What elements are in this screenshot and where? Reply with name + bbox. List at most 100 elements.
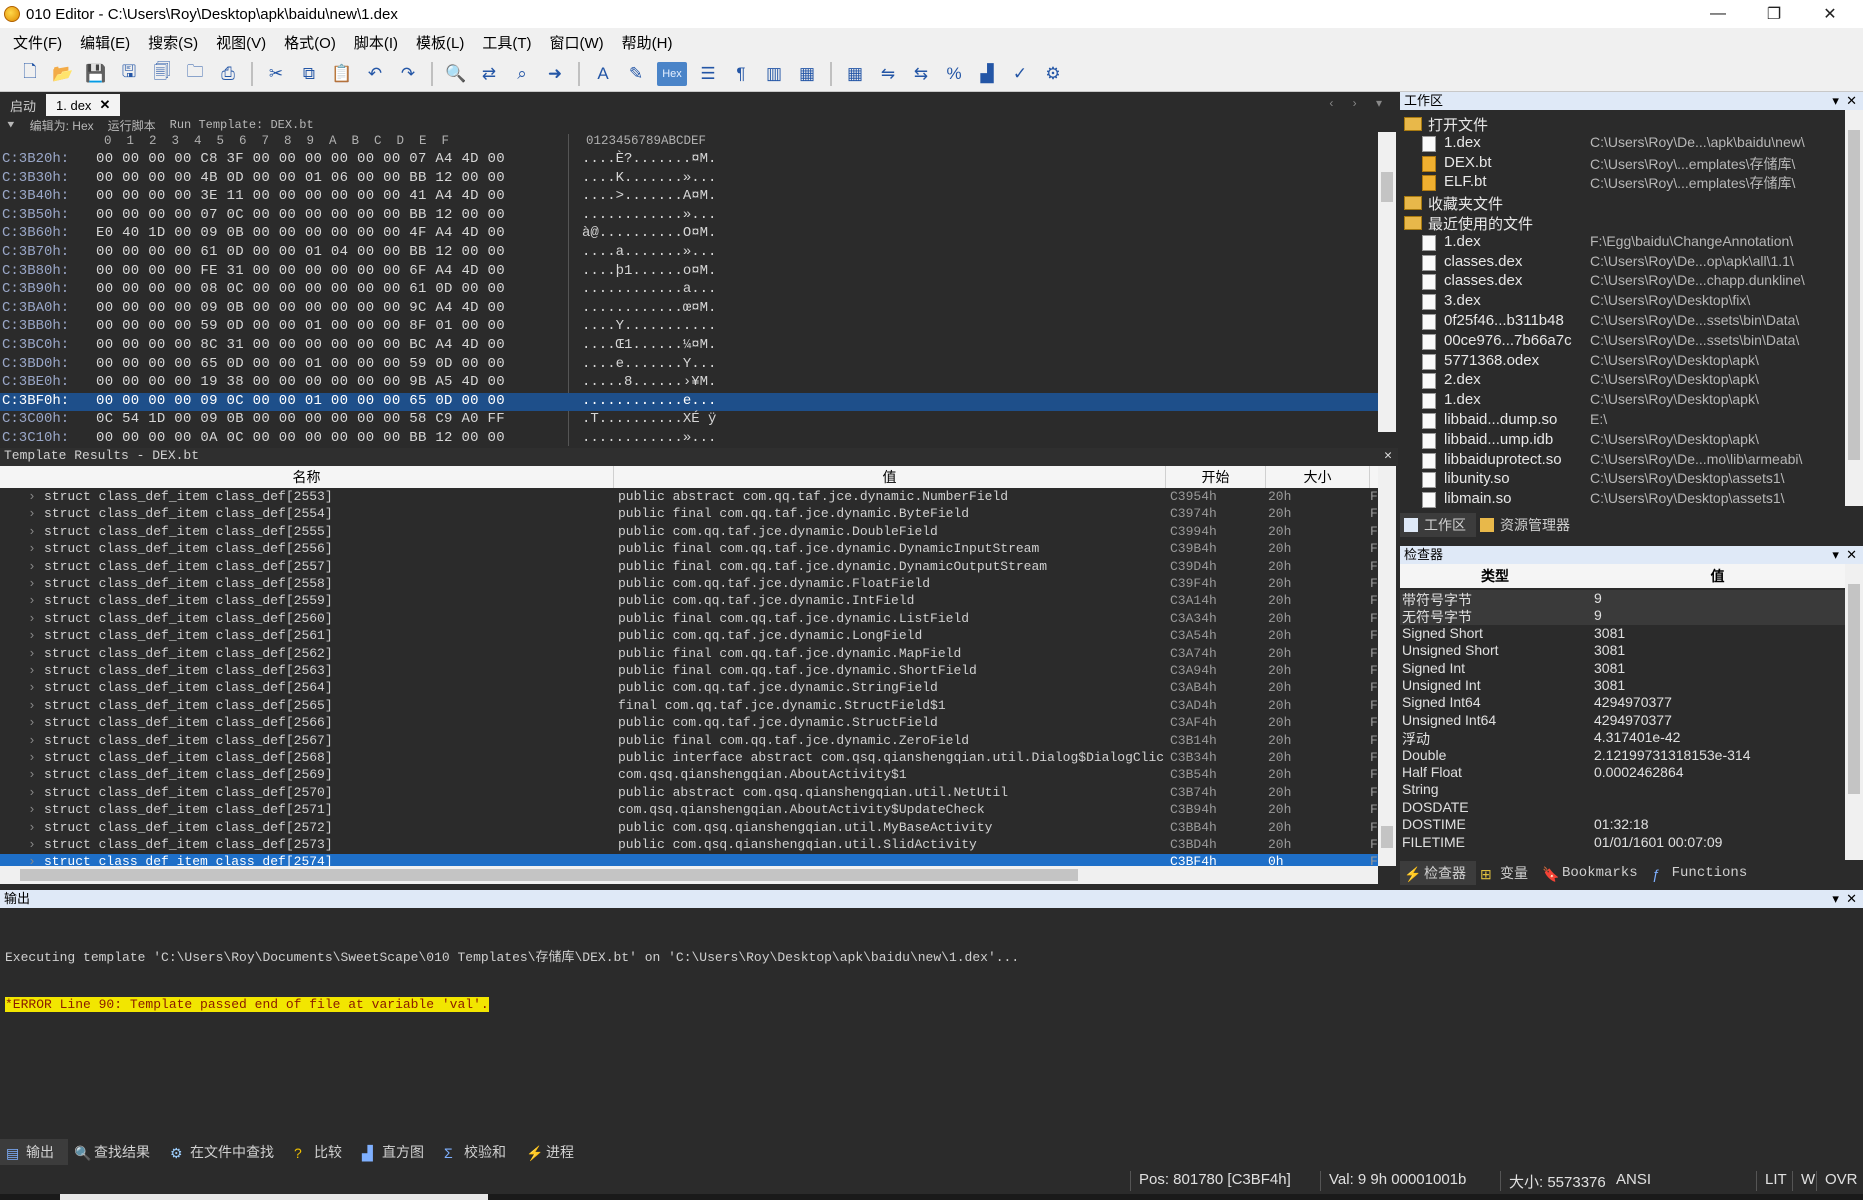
inspector-value[interactable]: 4294970377 <box>1594 712 1672 728</box>
hex-row[interactable]: C:3B90h: 00 00 00 00 08 0C 00 00 00 00 00… <box>0 281 1380 300</box>
tab-explorer[interactable]: 资源管理器 <box>1476 513 1580 537</box>
inspector-value[interactable]: 4.317401e-42 <box>1594 729 1680 745</box>
workspace-open-file[interactable]: 1.dex C:\Users\Roy\De...\apk\baidu\new\ <box>1400 134 1845 154</box>
template-scroll-thumb[interactable] <box>1381 826 1393 848</box>
template-row[interactable]: › struct class_def_item class_def[2554] pu… <box>0 506 1378 523</box>
template-row[interactable]: › struct class_def_item class_def[2555] pu… <box>0 524 1378 541</box>
menu-script[interactable]: 脚本(I) <box>345 32 407 53</box>
process-icon[interactable]: ⚙ <box>1041 62 1065 86</box>
inspector-row[interactable]: Signed Int 3081 <box>1400 660 1845 677</box>
copy-icon[interactable]: ⧉ <box>297 62 321 86</box>
print-icon[interactable]: ⎙ <box>216 62 240 86</box>
find-icon[interactable]: 🔍 <box>444 62 468 86</box>
split-icon[interactable]: ▥ <box>762 62 786 86</box>
expand-chevron-icon[interactable]: › <box>28 576 36 591</box>
template-row[interactable]: › struct class_def_item class_def[2561] pu… <box>0 628 1378 645</box>
hex-bytes[interactable]: 00 00 00 00 19 38 00 00 00 00 00 00 9B A… <box>96 374 505 390</box>
save-as-icon[interactable]: 🖫 <box>117 62 141 86</box>
template-row[interactable]: › struct class_def_item class_def[2556] pu… <box>0 541 1378 558</box>
inspector-value[interactable]: 01:32:18 <box>1594 816 1649 832</box>
workspace-recent-file[interactable]: libbaiduprotect.so C:\Users\Roy\De...mo\l… <box>1400 451 1845 471</box>
tab-nav-arrows-icon[interactable]: ‹ › ▾ <box>1329 96 1390 110</box>
inspector-value[interactable]: 4294970377 <box>1594 694 1672 710</box>
close-button[interactable]: ✕ <box>1802 0 1858 28</box>
expand-icon[interactable]: ⯆ <box>6 118 16 133</box>
template-row[interactable]: › struct class_def_item class_def[2558] pu… <box>0 576 1378 593</box>
paste-icon[interactable]: 📋 <box>330 62 354 86</box>
workspace-scroll-thumb[interactable] <box>1848 130 1860 460</box>
restore-button[interactable]: ❐ <box>1746 0 1802 28</box>
menu-help[interactable]: 帮助(H) <box>613 32 682 53</box>
hex-bytes[interactable]: 00 00 00 00 59 0D 00 00 01 00 00 00 8F 0… <box>96 318 505 334</box>
checksum-icon[interactable]: ✓ <box>1008 62 1032 86</box>
expand-chevron-icon[interactable]: › <box>28 541 36 556</box>
inspector-row[interactable]: DOSDATE <box>1400 799 1845 816</box>
output-tab[interactable]: ⚡ 进程 <box>520 1139 588 1165</box>
hex-mode-icon[interactable]: Hex <box>657 61 687 86</box>
hex-bytes[interactable]: 00 00 00 00 07 0C 00 00 00 00 00 00 BB 1… <box>96 207 505 223</box>
workspace-recent-file[interactable]: libmain.so C:\Users\Roy\Desktop\assets1\ <box>1400 490 1845 510</box>
hex-ascii[interactable]: ............e... <box>582 393 716 409</box>
status-endian[interactable]: LIT <box>1756 1171 1787 1191</box>
expand-chevron-icon[interactable]: › <box>28 802 36 817</box>
hex-row[interactable]: C:3BE0h: 00 00 00 00 19 38 00 00 00 00 00… <box>0 374 1380 393</box>
menu-window[interactable]: 窗口(W) <box>541 32 613 53</box>
compare-icon[interactable]: ⇋ <box>876 62 900 86</box>
percent-icon[interactable]: % <box>942 62 966 86</box>
hex-bytes[interactable]: E0 40 1D 00 09 0B 00 00 00 00 00 00 4F A… <box>96 225 505 241</box>
menu-template[interactable]: 模板(L) <box>407 32 473 53</box>
workspace-recent-file[interactable]: classes.dex C:\Users\Roy\De...op\apk\all\… <box>1400 253 1845 273</box>
hex-ascii[interactable]: ....>.......A¤M. <box>582 188 716 204</box>
hex-ascii[interactable]: ............»... <box>582 430 716 446</box>
hex-bytes[interactable]: 00 00 00 00 0A 0C 00 00 00 00 00 00 BB 1… <box>96 430 505 446</box>
template-row[interactable]: › struct class_def_item class_def[2564] pu… <box>0 680 1378 697</box>
inspector-value[interactable]: 2.12199731318153e-314 <box>1594 747 1751 763</box>
tab-variables[interactable]: ⊞ 变量 <box>1476 861 1538 885</box>
hex-row[interactable]: C:3BA0h: 00 00 00 00 09 0B 00 00 00 00 00… <box>0 300 1380 319</box>
tab-workspace[interactable]: 工作区 <box>1400 513 1476 537</box>
expand-chevron-icon[interactable]: › <box>28 837 36 852</box>
expand-chevron-icon[interactable]: › <box>28 559 36 574</box>
inspector-row[interactable]: Unsigned Int 3081 <box>1400 677 1845 694</box>
hex-bytes[interactable]: 00 00 00 00 4B 0D 00 00 01 06 00 00 BB 1… <box>96 170 505 186</box>
menu-view[interactable]: 视图(V) <box>207 32 275 53</box>
template-row[interactable]: › struct class_def_item class_def[2560] pu… <box>0 611 1378 628</box>
template-row[interactable]: › struct class_def_item class_def[2562] pu… <box>0 646 1378 663</box>
template-row[interactable]: › struct class_def_item class_def[2559] pu… <box>0 593 1378 610</box>
status-overwrite[interactable]: OVR <box>1816 1171 1858 1191</box>
hex-row[interactable]: C:3B20h: 00 00 00 00 C8 3F 00 00 00 00 00… <box>0 151 1380 170</box>
hex-bytes[interactable]: 00 00 00 00 61 0D 00 00 01 04 00 00 BB 1… <box>96 244 505 260</box>
menu-search[interactable]: 搜索(S) <box>139 32 207 53</box>
inspector-row[interactable]: 带符号字节 9 <box>1400 590 1845 608</box>
menu-file[interactable]: 文件(F) <box>4 32 71 53</box>
hex-ascii[interactable]: ....þ1......o¤M. <box>582 263 716 279</box>
save-icon[interactable]: 💾 <box>84 62 108 86</box>
undo-icon[interactable]: ↶ <box>363 62 387 86</box>
inspector-row[interactable]: 浮动 4.317401e-42 <box>1400 729 1845 747</box>
hex-bytes[interactable]: 00 00 00 00 09 0B 00 00 00 00 00 00 9C A… <box>96 300 505 316</box>
expand-chevron-icon[interactable]: › <box>28 715 36 730</box>
template-row[interactable]: › struct class_def_item class_def[2568] pu… <box>0 750 1378 767</box>
workspace-recent-file[interactable]: 2.dex C:\Users\Roy\Desktop\apk\ <box>1400 371 1845 391</box>
inspector-scroll-thumb[interactable] <box>1848 584 1860 794</box>
font-icon[interactable]: A <box>591 62 615 86</box>
workspace-recent-file[interactable]: libunity.so C:\Users\Roy\Desktop\assets1\ <box>1400 470 1845 490</box>
hex-scrollbar[interactable] <box>1378 132 1396 432</box>
hex-bytes[interactable]: 00 00 00 00 3E 11 00 00 00 00 00 00 41 A… <box>96 188 505 204</box>
inspector-value[interactable]: 9 <box>1594 590 1602 606</box>
highlight-icon[interactable]: ✎ <box>624 62 648 86</box>
expand-chevron-icon[interactable]: › <box>28 628 36 643</box>
replace-icon[interactable]: ⇄ <box>477 62 501 86</box>
expand-chevron-icon[interactable]: › <box>28 767 36 782</box>
hex-row[interactable]: C:3B40h: 00 00 00 00 3E 11 00 00 00 00 00… <box>0 188 1380 207</box>
expand-chevron-icon[interactable]: › <box>28 593 36 608</box>
workspace-recent-file[interactable]: libbaid...dump.so E:\ <box>1400 411 1845 431</box>
workspace-scrollbar[interactable] <box>1845 110 1863 506</box>
hex-ascii[interactable]: ............a... <box>582 281 716 297</box>
menu-format[interactable]: 格式(O) <box>275 32 345 53</box>
inspector-value[interactable]: 3081 <box>1594 677 1625 693</box>
hex-bytes[interactable]: 00 00 00 00 8C 31 00 00 00 00 00 00 BC A… <box>96 337 505 353</box>
section-open-files[interactable]: 打开文件 <box>1400 114 1845 134</box>
hex-row[interactable]: C:3B60h: E0 40 1D 00 09 0B 00 00 00 00 00… <box>0 225 1380 244</box>
output-tab[interactable]: ▟ 直方图 <box>356 1139 438 1165</box>
